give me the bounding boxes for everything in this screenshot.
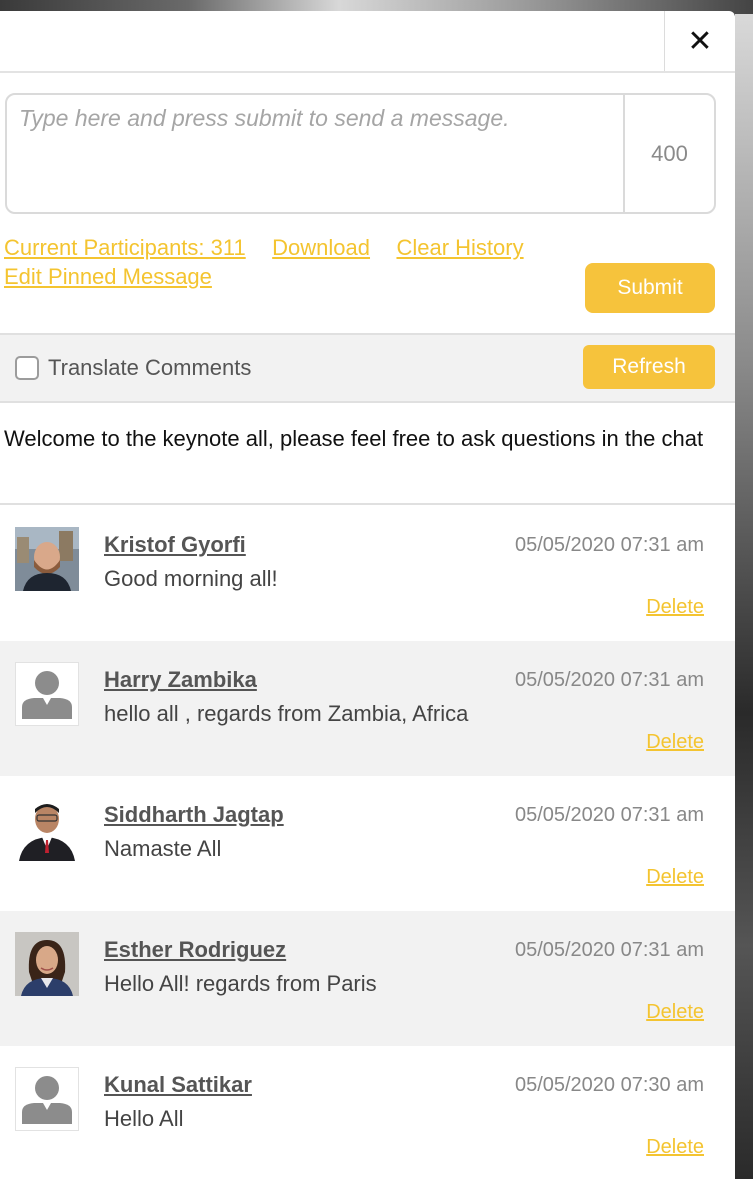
download-link[interactable]: Download xyxy=(272,235,370,260)
message-item: Kristof Gyorfi 05/05/2020 07:31 am Good … xyxy=(0,506,735,641)
author-name[interactable]: Kristof Gyorfi xyxy=(104,532,246,558)
photo-man-suit-icon xyxy=(15,797,79,861)
message-timestamp: 05/05/2020 07:31 am xyxy=(514,804,704,826)
close-button[interactable]: ✕ xyxy=(664,11,735,71)
translate-label: Translate Comments xyxy=(48,355,252,380)
refresh-button[interactable]: Refresh xyxy=(583,345,715,389)
avatar xyxy=(15,932,79,996)
message-list: Kristof Gyorfi 05/05/2020 07:31 am Good … xyxy=(0,506,735,1179)
message-text: Good morning all! xyxy=(104,566,278,591)
background-video-edge xyxy=(735,14,753,1179)
chat-actions: Current Participants: 311 Download Clear… xyxy=(4,235,584,290)
author-name[interactable]: Esther Rodriguez xyxy=(104,937,286,963)
translate-bar: Translate Comments Refresh xyxy=(0,333,735,403)
message-text: Hello All! regards from Paris xyxy=(104,971,377,996)
chat-panel: ✕ 400 Current Participants: 311 Download… xyxy=(0,11,735,1179)
message-timestamp: 05/05/2020 07:31 am xyxy=(514,669,704,691)
message-timestamp: 05/05/2020 07:30 am xyxy=(514,1074,704,1096)
translate-checkbox[interactable] xyxy=(15,356,39,380)
message-item: Harry Zambika 05/05/2020 07:31 am hello … xyxy=(0,641,735,776)
participants-link[interactable]: Current Participants: 311 xyxy=(4,235,246,260)
char-counter: 400 xyxy=(623,95,714,212)
message-text: Namaste All xyxy=(104,836,222,861)
author-name[interactable]: Harry Zambika xyxy=(104,667,257,693)
photo-man-beard-icon xyxy=(15,527,79,591)
message-composer: 400 xyxy=(5,93,716,214)
pinned-message: Welcome to the keynote all, please feel … xyxy=(0,401,735,505)
delete-link[interactable]: Delete xyxy=(646,596,704,619)
avatar xyxy=(15,527,79,591)
message-input[interactable] xyxy=(7,95,623,212)
delete-link[interactable]: Delete xyxy=(646,866,704,889)
avatar xyxy=(15,662,79,726)
delete-link[interactable]: Delete xyxy=(646,1001,704,1024)
message-text: Hello All xyxy=(104,1106,184,1131)
edit-pinned-message-link[interactable]: Edit Pinned Message xyxy=(4,264,212,289)
pinned-message-text: Welcome to the keynote all, please feel … xyxy=(4,426,704,451)
default-person-icon xyxy=(22,1076,72,1124)
message-timestamp: 05/05/2020 07:31 am xyxy=(514,534,704,556)
avatar xyxy=(15,797,79,861)
submit-button[interactable]: Submit xyxy=(585,263,715,313)
message-item: Siddharth Jagtap 05/05/2020 07:31 am Nam… xyxy=(0,776,735,911)
delete-link[interactable]: Delete xyxy=(646,1136,704,1159)
default-person-icon xyxy=(22,671,72,719)
avatar xyxy=(15,1067,79,1131)
author-name[interactable]: Kunal Sattikar xyxy=(104,1072,252,1098)
close-icon: ✕ xyxy=(687,24,713,58)
delete-link[interactable]: Delete xyxy=(646,731,704,754)
message-text: hello all , regards from Zambia, Africa xyxy=(104,701,469,726)
panel-header: ✕ xyxy=(0,11,735,73)
message-item: Esther Rodriguez 05/05/2020 07:31 am Hel… xyxy=(0,911,735,1046)
clear-history-link[interactable]: Clear History xyxy=(396,235,523,260)
photo-woman-icon xyxy=(15,932,79,996)
author-name[interactable]: Siddharth Jagtap xyxy=(104,802,284,828)
message-item: Kunal Sattikar 05/05/2020 07:30 am Hello… xyxy=(0,1046,735,1179)
message-timestamp: 05/05/2020 07:31 am xyxy=(514,939,704,961)
